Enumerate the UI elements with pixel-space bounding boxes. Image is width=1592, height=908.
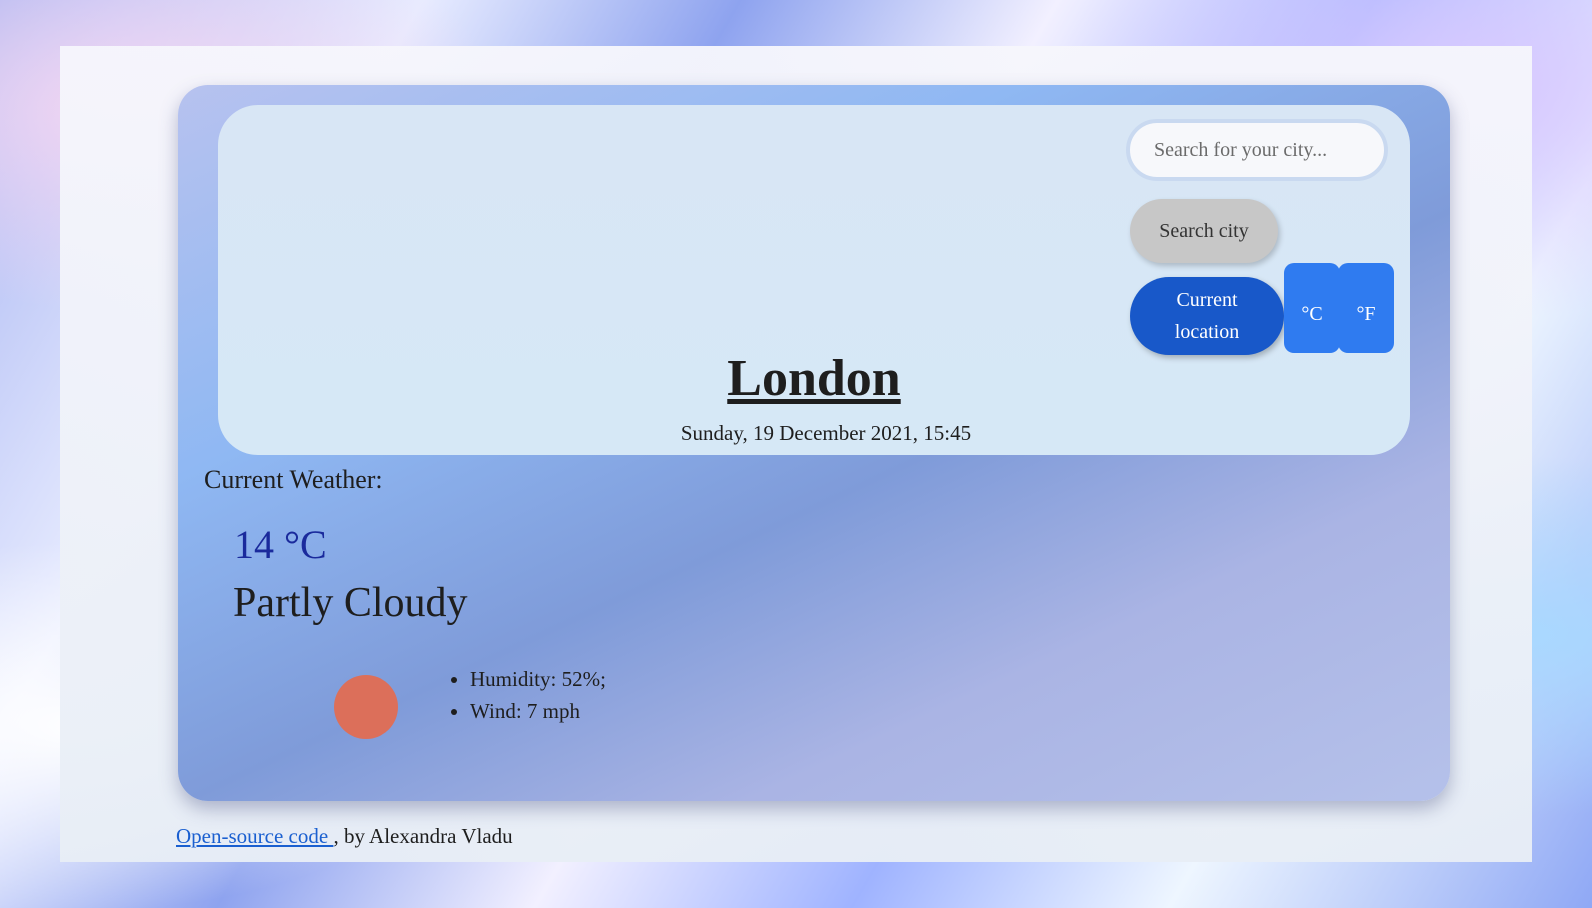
open-source-link[interactable]: Open-source code — [176, 824, 333, 848]
weather-details-list: Humidity: 52%; Wind: 7 mph — [428, 663, 606, 727]
weather-card: Search city Current location °C °F Londo… — [178, 85, 1450, 801]
wind-item: Wind: 7 mph — [470, 695, 606, 727]
page-container: Search city Current location °C °F Londo… — [60, 46, 1532, 862]
header-panel: Search city Current location °C °F Londo… — [218, 105, 1410, 455]
date-time: Sunday, 19 December 2021, 15:45 — [680, 421, 972, 445]
current-location-button[interactable]: Current location — [1130, 277, 1284, 355]
humidity-item: Humidity: 52%; — [470, 663, 606, 695]
city-name: London — [727, 350, 901, 407]
current-location-label-line1: Current — [1176, 289, 1238, 311]
temperature: 14 °C — [234, 522, 327, 567]
current-location-label-line2: location — [1174, 321, 1240, 343]
weather-condition: Partly Cloudy — [233, 580, 468, 626]
fahrenheit-button[interactable]: °F — [1338, 263, 1394, 353]
footer: Open-source code , by Alexandra Vladu — [176, 824, 513, 849]
search-city-button[interactable]: Search city — [1130, 199, 1278, 263]
city-search-input[interactable] — [1126, 119, 1388, 181]
celsius-button[interactable]: °C — [1284, 263, 1340, 353]
current-weather-label: Current Weather: — [204, 465, 383, 494]
sun-icon — [334, 675, 398, 739]
author-credit: , by Alexandra Vladu — [333, 824, 513, 848]
